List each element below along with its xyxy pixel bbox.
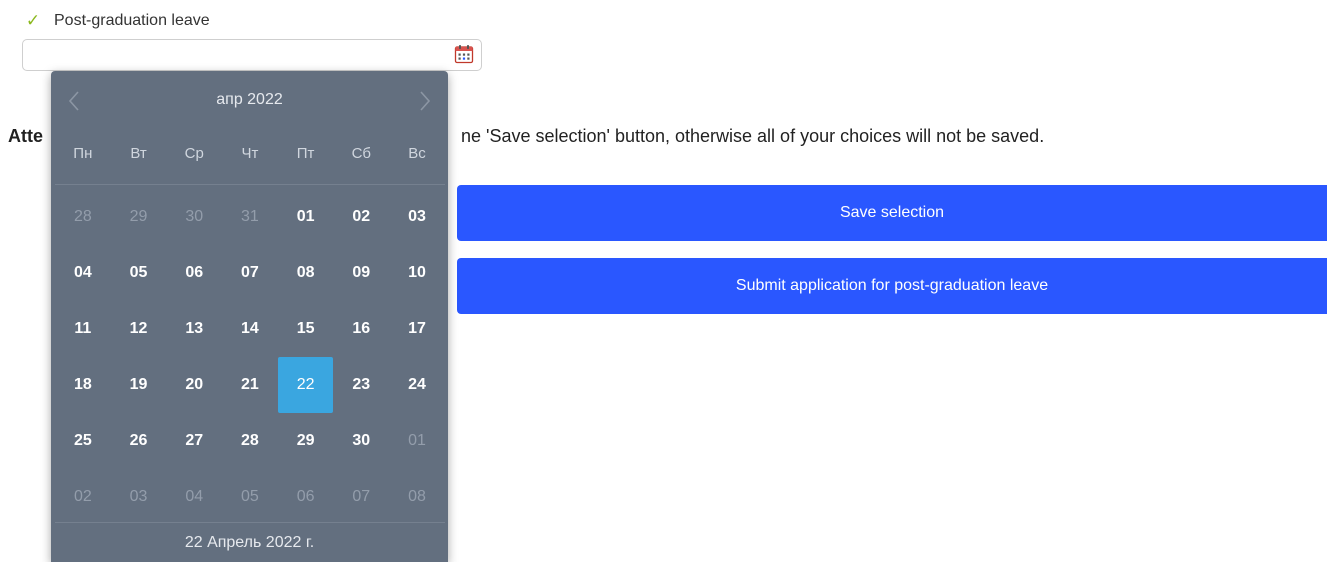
day-cell[interactable]: 21: [222, 357, 278, 413]
calendar-icon[interactable]: [454, 44, 474, 64]
weekday-label: Чт: [241, 145, 259, 162]
day-cell[interactable]: 12: [111, 301, 167, 357]
date-input[interactable]: [22, 39, 482, 71]
day-cell[interactable]: 31: [222, 189, 278, 245]
day-cell[interactable]: 30: [166, 189, 222, 245]
day-cell[interactable]: 14: [222, 301, 278, 357]
weekday-label: Пн: [73, 145, 93, 162]
day-cell[interactable]: 13: [166, 301, 222, 357]
day-cell[interactable]: 17: [389, 301, 445, 357]
weekday-label: Сб: [351, 145, 371, 162]
attention-bold: Atte: [8, 126, 43, 146]
day-cell[interactable]: 04: [166, 469, 222, 525]
day-cell[interactable]: 20: [166, 357, 222, 413]
day-cell[interactable]: 01: [389, 413, 445, 469]
day-cell[interactable]: 07: [333, 469, 389, 525]
day-cell[interactable]: 27: [166, 413, 222, 469]
day-cell[interactable]: 10: [389, 245, 445, 301]
submit-application-button[interactable]: Submit application for post-graduation l…: [457, 258, 1327, 314]
day-cell[interactable]: 25: [55, 413, 111, 469]
week-row: 28 29 30 31 01 02 03: [55, 189, 445, 245]
date-input-wrapper: [22, 39, 482, 71]
day-cell[interactable]: 07: [222, 245, 278, 301]
week-row: 11 12 13 14 15 16 17: [55, 301, 445, 357]
day-cell-selected[interactable]: 22: [277, 357, 334, 413]
day-cell[interactable]: 11: [55, 301, 111, 357]
week-row: 04 05 06 07 08 09 10: [55, 245, 445, 301]
date-picker-header: апр 2022: [51, 71, 448, 133]
attention-text: ne 'Save selection' button, otherwise al…: [461, 126, 1045, 146]
page: ✓ Post-graduation leave Atte ne 'Save sel…: [0, 0, 1327, 562]
day-cell[interactable]: 06: [166, 245, 222, 301]
day-cell[interactable]: 09: [333, 245, 389, 301]
checkbox-label: Post-graduation leave: [54, 12, 210, 29]
checkbox-check-icon[interactable]: ✓: [24, 12, 42, 30]
weekday-label: Вс: [408, 145, 426, 162]
day-cell[interactable]: 05: [222, 469, 278, 525]
weekday-header: Пн Вт Ср Чт Пт Сб Вс: [55, 145, 445, 162]
day-cell[interactable]: 03: [389, 189, 445, 245]
day-cell[interactable]: 26: [111, 413, 167, 469]
week-row: 18 19 20 21 22 23 24: [55, 357, 445, 413]
post-graduation-leave-checkbox-row: ✓ Post-graduation leave: [24, 10, 210, 32]
day-cell[interactable]: 23: [333, 357, 389, 413]
weekday-label: Ср: [184, 145, 204, 162]
selected-date-footer[interactable]: 22 Апрель 2022 г.: [51, 523, 448, 562]
day-cell[interactable]: 30: [333, 413, 389, 469]
day-cell[interactable]: 18: [55, 357, 111, 413]
days-grid: 28 29 30 31 01 02 03 04 05 06 07 08 09 10 11 12 13 14 15 16…: [55, 189, 445, 525]
day-cell[interactable]: 06: [278, 469, 334, 525]
day-cell[interactable]: 04: [55, 245, 111, 301]
day-cell[interactable]: 05: [111, 245, 167, 301]
day-cell[interactable]: 19: [111, 357, 167, 413]
save-selection-button[interactable]: Save selection: [457, 185, 1327, 241]
day-cell[interactable]: 15: [278, 301, 334, 357]
month-title[interactable]: апр 2022: [51, 91, 448, 109]
day-cell[interactable]: 24: [389, 357, 445, 413]
date-picker-popup: апр 2022 Пн Вт Ср Чт Пт Сб Вс 28 29 30 31 01…: [51, 71, 448, 562]
week-row: 02 03 04 05 06 07 08: [55, 469, 445, 525]
day-cell[interactable]: 28: [55, 189, 111, 245]
day-cell[interactable]: 03: [111, 469, 167, 525]
day-cell[interactable]: 16: [333, 301, 389, 357]
day-cell[interactable]: 02: [333, 189, 389, 245]
day-cell[interactable]: 08: [389, 469, 445, 525]
weekday-label: Пт: [296, 145, 315, 162]
day-cell[interactable]: 01: [278, 189, 334, 245]
picker-divider: [55, 184, 445, 185]
weekday-label: Вт: [130, 145, 147, 162]
chevron-right-icon[interactable]: [412, 87, 436, 115]
day-cell[interactable]: 29: [278, 413, 334, 469]
day-cell[interactable]: 29: [111, 189, 167, 245]
week-row: 25 26 27 28 29 30 01: [55, 413, 445, 469]
day-cell[interactable]: 28: [222, 413, 278, 469]
day-cell[interactable]: 08: [278, 245, 334, 301]
day-cell[interactable]: 02: [55, 469, 111, 525]
